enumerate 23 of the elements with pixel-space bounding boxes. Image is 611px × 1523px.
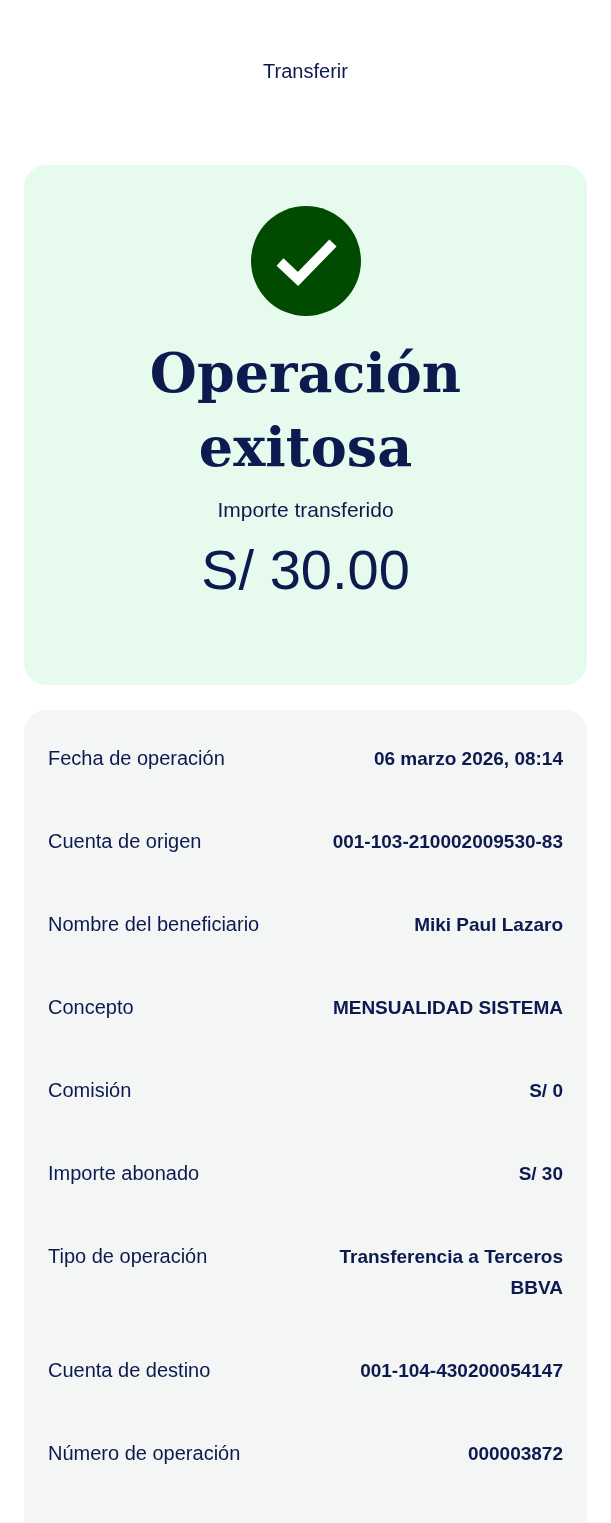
detail-label: Número de operación	[48, 1441, 241, 1466]
amount-label: Importe transferido	[217, 497, 394, 523]
detail-label: Fecha de operación	[48, 746, 225, 771]
success-heading: Operación exitosa	[148, 340, 463, 481]
detail-value: S/ 0	[529, 1079, 563, 1103]
detail-label: Concepto	[48, 995, 134, 1020]
detail-value: 06 marzo 2026, 08:14	[373, 747, 563, 771]
detail-label: Importe abonado	[48, 1161, 200, 1186]
detail-value: MENSUALIDAD SISTEMA	[332, 996, 563, 1020]
detail-value: 000003872	[467, 1442, 563, 1466]
detail-label: Comisión	[48, 1078, 132, 1103]
detail-label: Tipo de operación	[48, 1244, 208, 1269]
detail-value: 001-103-210002009530-83	[332, 830, 563, 854]
detail-label: Nombre del beneficiario	[48, 912, 260, 937]
detail-value: 001-104-430200054147	[360, 1359, 563, 1383]
checkmark-icon	[250, 206, 361, 316]
detail-value: Transferencia a Terceros BBVA	[338, 1245, 563, 1300]
amount-value: S/ 30.00	[201, 538, 410, 602]
detail-label: Cuenta de origen	[48, 829, 202, 854]
detail-label: Cuenta de destino	[48, 1358, 211, 1383]
page-title: Transferir	[263, 59, 348, 84]
detail-value: Miki Paul Lazaro	[414, 913, 563, 937]
detail-value: S/ 30	[518, 1162, 563, 1186]
